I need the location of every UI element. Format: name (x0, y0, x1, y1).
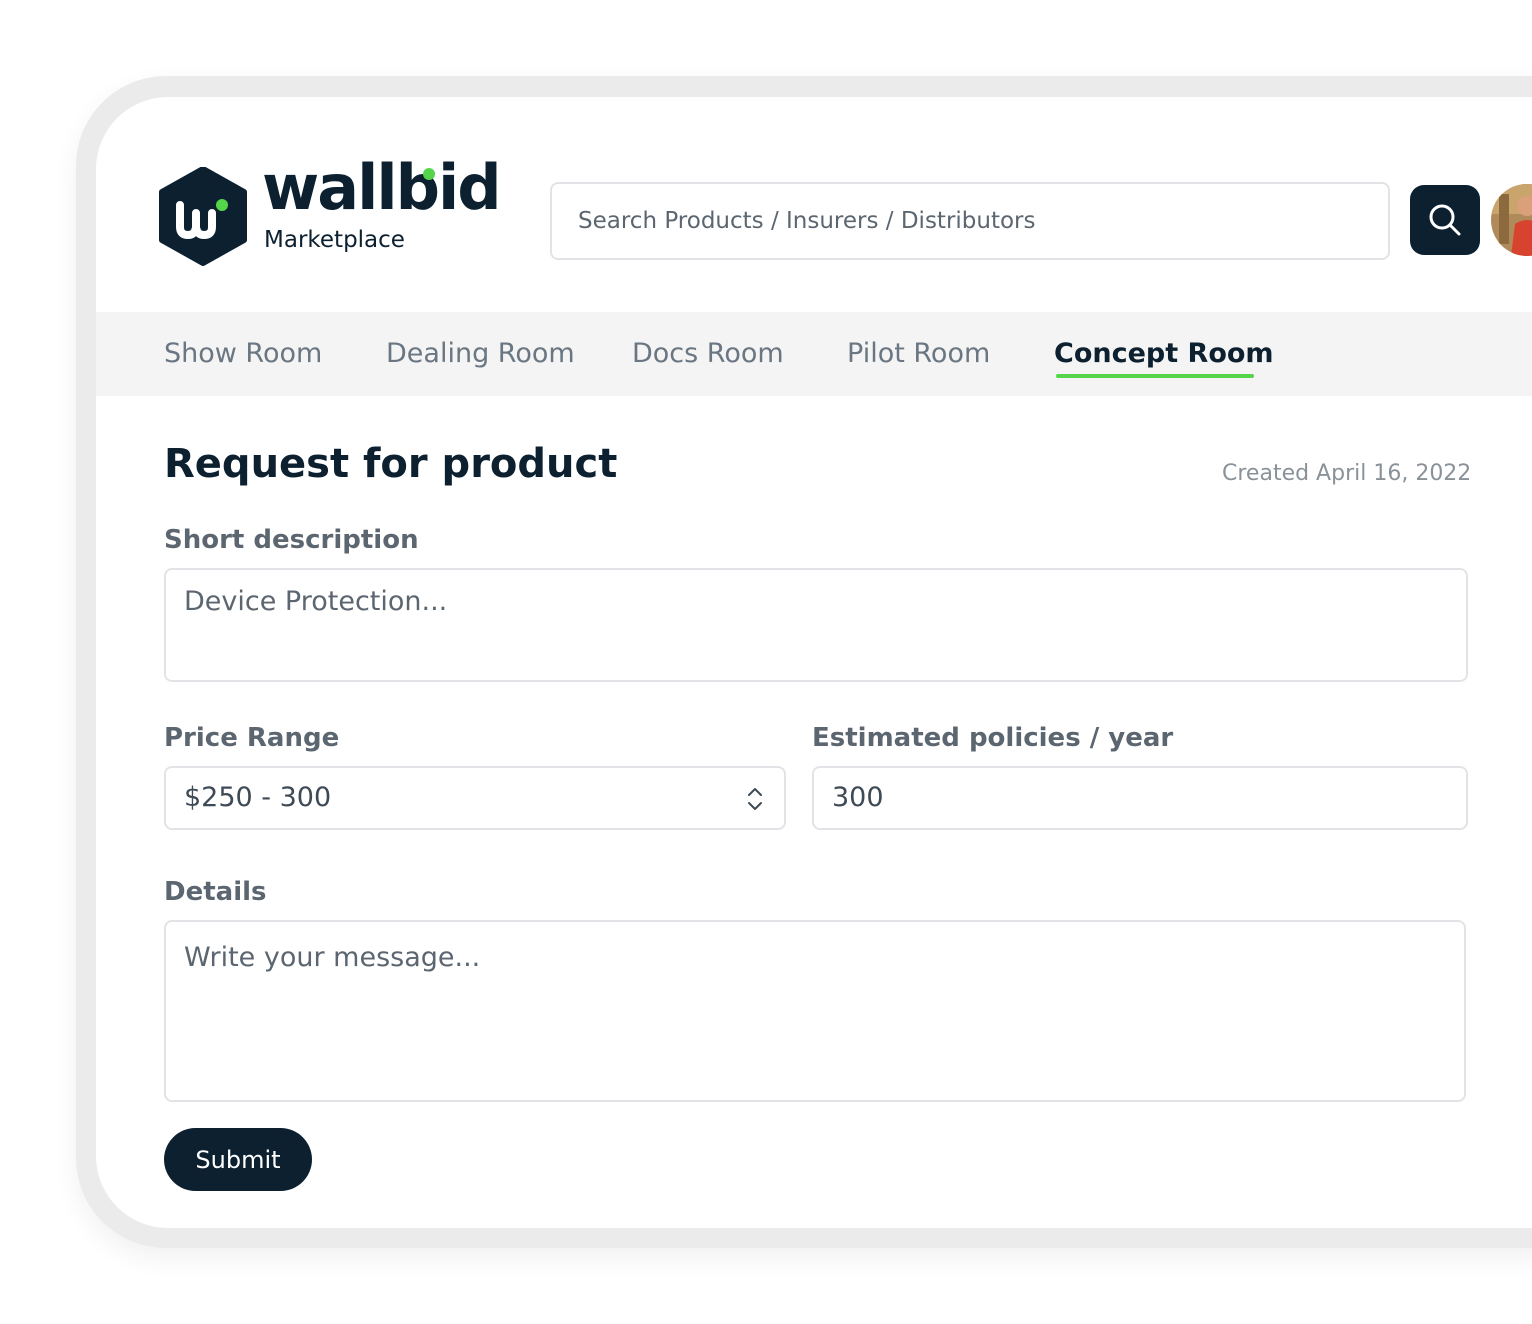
created-date: Created April 16, 2022 (1222, 461, 1472, 486)
tab-docs-room[interactable]: Docs Room (632, 338, 784, 370)
app-window: wallbid Marketplace Search Products / In… (96, 97, 1532, 1228)
short-description-label: Short description (164, 525, 419, 555)
estimated-policies-label: Estimated policies / year (812, 723, 1174, 753)
details-textarea[interactable]: Write your message... (164, 920, 1466, 1102)
wallbid-logo-icon (158, 166, 248, 267)
price-range-select[interactable]: $250 - 300 (164, 766, 786, 830)
estimated-policies-input[interactable]: 300 (812, 766, 1468, 830)
tab-pilot-room[interactable]: Pilot Room (847, 338, 990, 370)
tab-dealing-room[interactable]: Dealing Room (386, 338, 575, 370)
user-avatar[interactable] (1491, 184, 1532, 256)
active-tab-indicator (1056, 374, 1254, 378)
brand-name: wallbid (262, 151, 502, 224)
avatar-photo-icon (1491, 184, 1532, 256)
submit-button[interactable]: Submit (164, 1128, 312, 1191)
page-title: Request for product (164, 441, 618, 487)
brand-subtitle: Marketplace (264, 227, 405, 253)
brand-dot-icon (423, 168, 435, 180)
details-label: Details (164, 877, 267, 907)
search-icon (1429, 204, 1461, 236)
search-input[interactable]: Search Products / Insurers / Distributor… (550, 182, 1390, 260)
tab-concept-room[interactable]: Concept Room (1054, 338, 1274, 370)
search-placeholder: Search Products / Insurers / Distributor… (578, 208, 1036, 234)
tab-show-room[interactable]: Show Room (164, 338, 322, 370)
price-range-value: $250 - 300 (184, 782, 332, 813)
price-range-label: Price Range (164, 723, 340, 753)
room-nav: Show Room Dealing Room Docs Room Pilot R… (96, 312, 1532, 396)
estimated-policies-value: 300 (832, 782, 884, 813)
search-button[interactable] (1410, 185, 1480, 255)
details-placeholder: Write your message... (184, 942, 481, 973)
chevron-up-down-icon (748, 788, 762, 810)
short-description-placeholder: Device Protection... (184, 586, 448, 617)
short-description-input[interactable]: Device Protection... (164, 568, 1468, 682)
